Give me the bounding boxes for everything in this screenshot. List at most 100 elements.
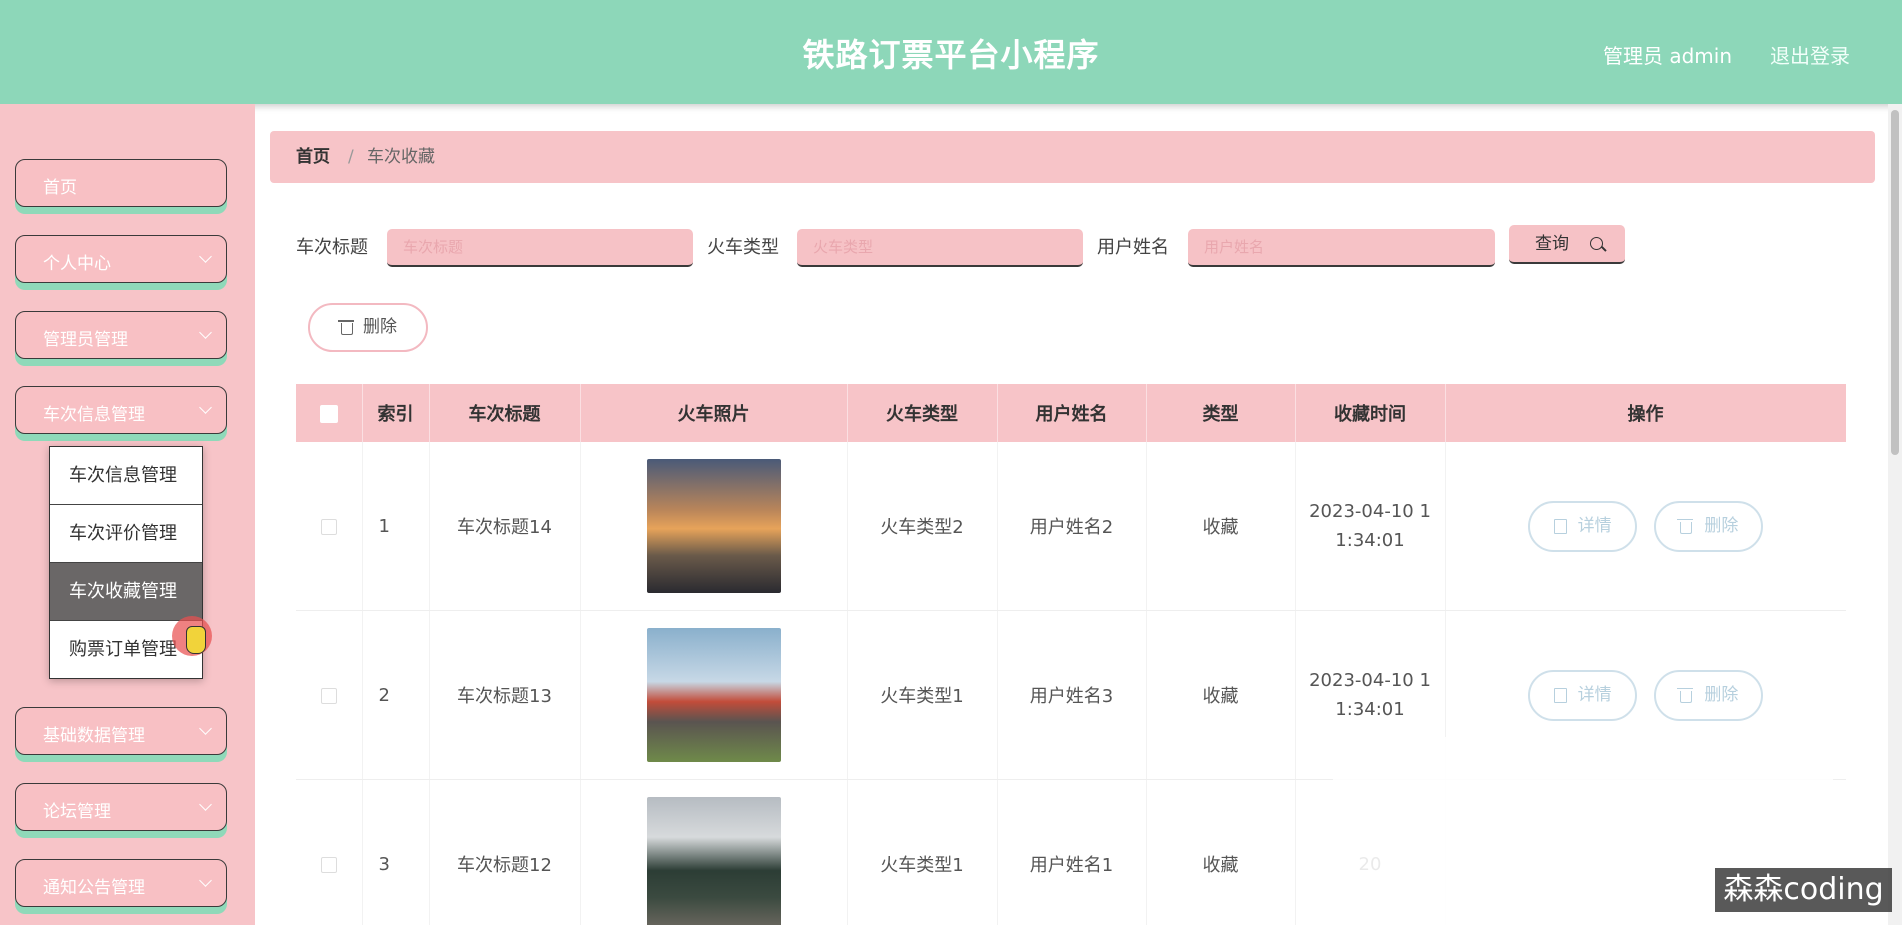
train-photo[interactable] <box>646 628 781 762</box>
cell-photo <box>580 779 848 925</box>
submenu-item-train-favorite[interactable]: 车次收藏管理 <box>50 563 202 621</box>
sidebar-item-home[interactable]: 首页 <box>15 159 227 207</box>
column-header: 火车照片 <box>580 384 848 442</box>
logout-link[interactable]: 退出登录 <box>1770 40 1850 69</box>
row-select-cell <box>296 779 363 925</box>
cell-time: 2023-04-10 11:34:01 <box>1295 442 1446 611</box>
current-user: 管理员 admin <box>1602 44 1732 68</box>
breadcrumb: 首页 / 车次收藏 <box>270 131 1875 183</box>
train-type-search-input[interactable] <box>797 229 1083 267</box>
chevron-down-icon <box>199 798 212 811</box>
submenu-item-train-info[interactable]: 车次信息管理 <box>50 447 202 505</box>
sidebar-item-label: 通知公告管理 <box>43 878 145 898</box>
chevron-down-icon <box>199 401 212 414</box>
sidebar-item-label: 基础数据管理 <box>43 726 145 746</box>
hand-cursor-icon <box>186 626 206 654</box>
document-icon <box>1553 687 1567 703</box>
chevron-down-icon <box>199 326 212 339</box>
cell-photo <box>580 442 848 611</box>
cell-index: 1 <box>362 442 430 611</box>
batch-delete-label: 删除 <box>363 317 397 337</box>
column-header: 车次标题 <box>429 384 581 442</box>
row-checkbox[interactable] <box>320 518 337 535</box>
breadcrumb-separator: / <box>348 147 354 167</box>
trash-icon <box>338 320 354 335</box>
table-row: 1 车次标题14 火车类型2 用户姓名2 收藏 2023-04-10 11:34… <box>296 442 1846 611</box>
cell-user: 用户姓名2 <box>997 442 1147 611</box>
cell-type: 收藏 <box>1146 442 1296 611</box>
filter-label-user-name: 用户姓名 <box>1097 237 1169 258</box>
favorite-time: 2023-04-10 11:34:01 <box>1309 501 1431 551</box>
column-header: 用户姓名 <box>997 384 1147 442</box>
cell-train-type: 火车类型1 <box>847 779 998 925</box>
cell-train-type: 火车类型1 <box>847 610 998 780</box>
user-name-search-input[interactable] <box>1188 229 1495 267</box>
row-checkbox[interactable] <box>320 856 337 873</box>
query-button[interactable]: 查询 <box>1509 225 1625 264</box>
scrollbar-thumb[interactable] <box>1891 110 1899 455</box>
breadcrumb-current: 车次收藏 <box>367 147 435 167</box>
chevron-down-icon <box>199 250 212 263</box>
detail-label: 详情 <box>1577 515 1612 536</box>
row-select-cell <box>296 610 363 780</box>
filter-label-title: 车次标题 <box>296 237 368 258</box>
sidebar-item-basic-data-management[interactable]: 基础数据管理 <box>15 707 227 755</box>
detail-label: 详情 <box>1577 684 1612 705</box>
sidebar-item-label: 管理员管理 <box>43 330 128 350</box>
cell-title: 车次标题12 <box>429 779 581 925</box>
top-header: 铁路订票平台小程序 管理员 admin 退出登录 <box>0 0 1902 104</box>
watermark: 森森coding <box>1715 868 1892 912</box>
cell-user: 用户姓名3 <box>997 610 1147 780</box>
table-header-row: 索引 车次标题 火车照片 火车类型 用户姓名 类型 收藏时间 操作 <box>296 384 1846 442</box>
sidebar-item-notice-management[interactable]: 通知公告管理 <box>15 859 227 907</box>
sidebar-item-label: 首页 <box>43 178 77 198</box>
favorite-time: 2023-04-10 11:34:01 <box>1309 670 1431 720</box>
sidebar-item-admin-management[interactable]: 管理员管理 <box>15 311 227 359</box>
cell-type: 收藏 <box>1146 610 1296 780</box>
detail-button[interactable]: 详情 <box>1527 500 1637 552</box>
sidebar-item-train-info-management[interactable]: 车次信息管理 <box>15 386 227 434</box>
cell-photo <box>580 610 848 780</box>
detail-button[interactable]: 详情 <box>1527 669 1637 721</box>
sidebar-item-forum-management[interactable]: 论坛管理 <box>15 783 227 831</box>
column-header: 操作 <box>1445 384 1846 442</box>
cell-train-type: 火车类型2 <box>847 442 998 611</box>
cell-title: 车次标题13 <box>429 610 581 780</box>
row-delete-label: 删除 <box>1704 684 1739 705</box>
search-icon <box>1590 237 1603 250</box>
trash-icon <box>1677 687 1694 703</box>
sidebar-item-label: 个人中心 <box>43 254 111 274</box>
row-checkbox[interactable] <box>320 687 337 704</box>
trash-icon <box>1677 518 1694 534</box>
train-photo[interactable] <box>646 459 781 593</box>
column-header: 索引 <box>362 384 430 442</box>
submenu-item-train-review[interactable]: 车次评价管理 <box>50 505 202 563</box>
document-icon <box>1553 518 1567 534</box>
cell-index: 3 <box>362 779 430 925</box>
cell-user: 用户姓名1 <box>997 779 1147 925</box>
train-photo[interactable] <box>646 797 781 925</box>
select-all-checkbox[interactable] <box>319 404 338 423</box>
cell-type: 收藏 <box>1146 779 1296 925</box>
row-delete-label: 删除 <box>1704 515 1739 536</box>
cell-index: 2 <box>362 610 430 780</box>
row-delete-button[interactable]: 删除 <box>1654 669 1764 721</box>
query-button-label: 查询 <box>1535 234 1569 254</box>
sidebar-item-personal-center[interactable]: 个人中心 <box>15 235 227 283</box>
sidebar-item-label: 论坛管理 <box>43 802 111 822</box>
title-search-input[interactable] <box>387 229 693 267</box>
row-delete-button[interactable]: 删除 <box>1654 500 1764 552</box>
chevron-down-icon <box>199 722 212 735</box>
chevron-down-icon <box>199 874 212 887</box>
cell-title: 车次标题14 <box>429 442 581 611</box>
breadcrumb-home[interactable]: 首页 <box>296 131 330 183</box>
cell-actions: 详情 删除 <box>1445 442 1846 611</box>
filter-label-train-type: 火车类型 <box>707 237 779 258</box>
column-header: 火车类型 <box>847 384 998 442</box>
batch-delete-button[interactable]: 删除 <box>308 303 428 352</box>
column-header: 类型 <box>1146 384 1296 442</box>
row-select-cell <box>296 442 363 611</box>
sidebar-item-label: 车次信息管理 <box>43 405 145 425</box>
column-header: 收藏时间 <box>1295 384 1446 442</box>
select-all-cell <box>296 384 363 442</box>
